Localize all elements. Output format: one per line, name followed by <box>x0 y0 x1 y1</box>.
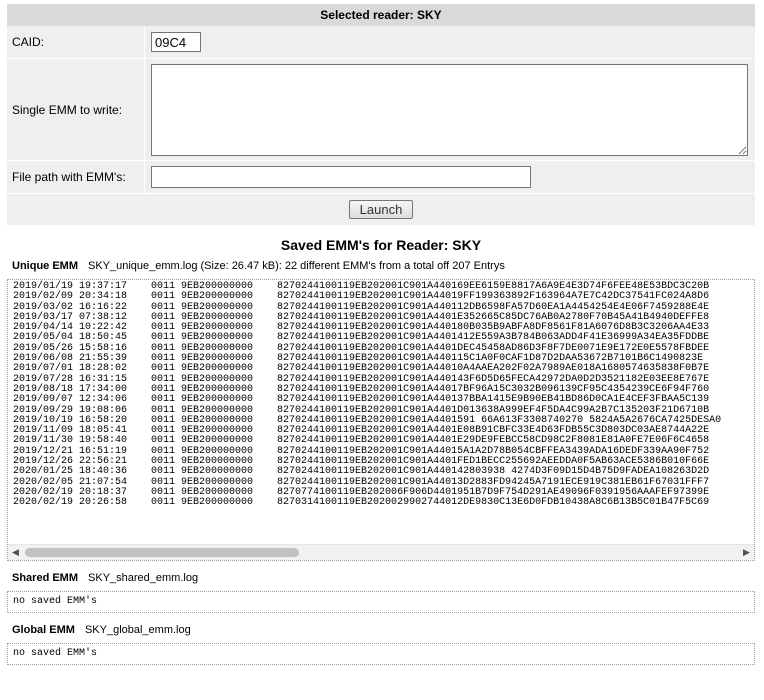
shared-emm-info: SKY_shared_emm.log <box>88 572 199 584</box>
single-emm-textarea[interactable] <box>151 63 748 156</box>
shared-emm-heading: Shared EMM <box>12 572 79 584</box>
unique-emm-log[interactable]: 2019/01/19 19:37:17 0011 9EB200000000 82… <box>7 279 755 561</box>
page-title: Selected reader: SKY <box>7 4 755 26</box>
file-path-input[interactable] <box>151 166 531 188</box>
saved-emm-title: Saved EMM's for Reader: SKY <box>280 237 482 253</box>
horizontal-scrollbar[interactable]: ◀ ▶ <box>8 544 754 560</box>
global-emm-log: no saved EMM's <box>7 643 755 665</box>
unique-emm-lines: 2019/01/19 19:37:17 0011 9EB200000000 82… <box>8 280 754 544</box>
triangle-left-icon[interactable]: ◀ <box>8 545 23 560</box>
single-emm-row: Single EMM to write: <box>7 59 755 161</box>
unique-emm-heading: Unique EMM <box>12 260 78 272</box>
unique-emm-header: Unique EMM SKY_unique_emm.log (Size: 26.4… <box>7 257 755 275</box>
launch-button[interactable]: Launch <box>348 200 414 219</box>
global-emm-info: SKY_global_emm.log <box>84 624 191 636</box>
global-emm-header: Global EMM SKY_global_emm.log <box>7 621 755 639</box>
single-emm-label: Single EMM to write: <box>7 59 145 160</box>
caid-row: CAID: <box>7 26 755 59</box>
emm-page: Selected reader: SKY CAID: Single EMM to… <box>7 4 755 665</box>
file-path-label: File path with EMM's: <box>7 161 145 193</box>
file-path-row: File path with EMM's: <box>7 161 755 194</box>
unique-emm-info: SKY_unique_emm.log (Size: 26.47 kB): 22 … <box>88 260 505 272</box>
log-line: 2020/02/19 20:26:58 0011 9EB200000000 82… <box>13 497 710 509</box>
triangle-right-icon[interactable]: ▶ <box>739 545 754 560</box>
global-emm-heading: Global EMM <box>12 624 75 636</box>
caid-input[interactable] <box>151 32 201 52</box>
launch-row: Launch <box>7 194 755 225</box>
shared-emm-log: no saved EMM's <box>7 591 755 613</box>
caid-label: CAID: <box>7 26 145 58</box>
shared-emm-header: Shared EMM SKY_shared_emm.log <box>7 569 755 587</box>
scrollbar-thumb[interactable] <box>25 548 299 557</box>
